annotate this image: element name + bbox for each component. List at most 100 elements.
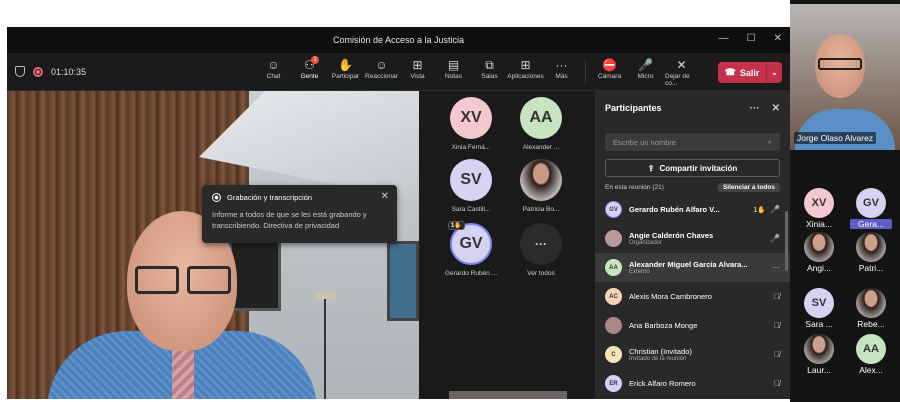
- tile-name: Ver todos: [527, 270, 555, 277]
- participant-name: Gerardo Rubén Alfaro V...: [629, 205, 720, 214]
- side-participant[interactable]: Angi...: [798, 232, 840, 273]
- side-participant-name: Xinia...: [806, 219, 832, 229]
- participant-row[interactable]: C Christian (Invitado) Invitado de la reun…: [595, 340, 790, 369]
- participant-role: Invitado de la reunión: [629, 356, 687, 362]
- tile-name: Alexander ...: [522, 144, 560, 151]
- apps-icon: ⊞: [520, 57, 531, 72]
- mic-muted-icon: 🎙̸: [774, 321, 780, 330]
- toolbar-people-button[interactable]: ⚇ 1 Gente: [293, 55, 326, 93]
- panel-title: Participantes: [605, 103, 662, 113]
- view-all-tile[interactable]: ··· Ver todos: [511, 223, 571, 277]
- toolbar-view-button[interactable]: ⊞ Vista: [401, 57, 434, 87]
- avatar-initials: GV: [863, 197, 879, 209]
- participant-row[interactable]: ER Erick Alfaro Romero 🎙̸: [595, 369, 790, 398]
- participants-panel: Participantes ··· ✕ Escribe un nombre ⌕ …: [595, 91, 790, 399]
- side-participant[interactable]: Patri...: [850, 232, 892, 273]
- more-options-icon[interactable]: ···: [750, 103, 760, 114]
- avatar-initials: ER: [609, 380, 618, 387]
- toolbar-chat-button[interactable]: ☺ Chat: [257, 57, 290, 87]
- toolbar-label: Participar: [331, 72, 360, 80]
- meeting-timer: 01:10:35: [51, 66, 87, 77]
- mute-all-button[interactable]: Silenciar a todos: [717, 182, 780, 192]
- chevron-down-icon[interactable]: ⌄: [766, 62, 782, 83]
- participant-row[interactable]: AC Alexis Mora Cambronero 🎙̸: [595, 282, 790, 311]
- participant-tile[interactable]: Patricia Bo...: [511, 159, 571, 213]
- mic-icon: 🎤: [638, 57, 653, 72]
- avatar: [856, 232, 886, 262]
- avatar-initials: C: [611, 351, 616, 358]
- toolbar-rooms-button[interactable]: ⧉ Salas: [473, 57, 506, 87]
- side-participant[interactable]: XV Xinia...: [798, 188, 840, 229]
- toolbar-label: Micro: [637, 72, 654, 80]
- toolbar-label: Más: [555, 72, 568, 80]
- close-panel-icon[interactable]: ✕: [772, 103, 780, 114]
- side-participant[interactable]: SV Sara ...: [798, 288, 840, 329]
- tile-name: Gerardo Rubén ...: [444, 270, 498, 277]
- close-icon[interactable]: ✕: [381, 191, 389, 202]
- maximize-button[interactable]: ☐: [747, 33, 756, 44]
- avatar: [856, 288, 886, 318]
- participant-tile[interactable]: SV Sara Castill...: [441, 159, 501, 213]
- phone-icon: ☎: [724, 67, 736, 77]
- mic-icon: 🎤: [770, 234, 780, 243]
- more-options-icon[interactable]: ···: [772, 263, 780, 272]
- toolbar-react-button[interactable]: ☺ Reaccionar: [365, 57, 398, 87]
- minimize-button[interactable]: —: [719, 33, 729, 44]
- participant-row[interactable]: AA Alexander Miguel García Alvara... Exter…: [595, 253, 790, 282]
- participant-name: Ana Barboza Monge: [629, 321, 698, 330]
- avatar: [804, 232, 834, 262]
- toolbar-raise-hand-button[interactable]: ✋ Participar: [329, 57, 362, 87]
- section-label[interactable]: En esta reunión (21): [605, 184, 664, 191]
- side-participant-name: Rebe...: [857, 319, 885, 329]
- avatar: XV: [450, 97, 492, 139]
- toolbar-stop-share-button[interactable]: ✕ Dejar de co...: [665, 57, 698, 87]
- participant-name: Alexis Mora Cambronero: [629, 292, 712, 301]
- participant-tile[interactable]: GV 1✋ Gerardo Rubén ...: [441, 221, 501, 277]
- raise-hand-icon: ✋: [338, 57, 353, 72]
- search-input[interactable]: Escribe un nombre ⌕: [605, 133, 780, 151]
- mic-muted-icon: 🎙̸: [774, 350, 780, 359]
- side-participant[interactable]: Laur...: [798, 334, 840, 375]
- avatar: [605, 230, 622, 247]
- side-participant[interactable]: GV Gera...: [850, 188, 892, 229]
- avatar-initials: SV: [460, 171, 482, 188]
- raised-hand-icon: 1✋: [448, 221, 465, 230]
- avatar: AA: [856, 334, 886, 364]
- chat-icon: ☺: [267, 57, 280, 72]
- toolbar-apps-button[interactable]: ⊞ Aplicaciones: [507, 57, 544, 87]
- participant-tile[interactable]: XV Xinia Ferná...: [441, 97, 501, 151]
- participant-row[interactable]: Angie Calderón Chaves Organizador 🎤: [595, 224, 790, 253]
- recording-notice: Grabación y transcripción ✕ Informe a to…: [202, 185, 397, 243]
- leave-button[interactable]: ☎ Salir ⌄: [718, 62, 782, 83]
- side-participant[interactable]: Rebe...: [850, 288, 892, 329]
- toolbar-label: Chat: [266, 72, 281, 80]
- toolbar-camera-off-button[interactable]: ⛔ Cámara: [593, 57, 626, 87]
- scrollbar[interactable]: [785, 211, 788, 271]
- close-button[interactable]: ✕: [774, 33, 782, 44]
- avatar: ···: [520, 223, 562, 265]
- active-speaker-video: Jorge Olaso Alvarez: [790, 4, 900, 150]
- secondary-window: Jorge Olaso Alvarez XV Xinia... GV Gera... A…: [790, 0, 900, 402]
- toolbar-label: Salas: [481, 72, 498, 80]
- share-invite-button[interactable]: ⇪ Compartir invitación: [605, 159, 780, 177]
- side-participant[interactable]: AA Alex...: [850, 334, 892, 375]
- speaker-name: Jorge Olaso Alvarez: [794, 132, 877, 144]
- avatar: GV: [856, 188, 886, 218]
- avatar-initials: GV: [609, 206, 618, 213]
- participant-tile[interactable]: AA Alexander ...: [511, 97, 571, 151]
- avatar-initials: AC: [609, 293, 618, 300]
- toolbar-notes-button[interactable]: ▤ Notas: [437, 57, 470, 87]
- avatar: AA: [605, 259, 622, 276]
- toolbar-label: Aplicaciones: [507, 72, 544, 80]
- participant-row[interactable]: GV Gerardo Rubén Alfaro V... 1✋ 🎤: [595, 195, 790, 224]
- participant-name: Alexander Miguel García Alvara...: [629, 260, 748, 269]
- search-icon: ⌕: [767, 137, 772, 146]
- toolbar-mic-button[interactable]: 🎤 Micro: [629, 57, 662, 87]
- tile-name: Xinia Ferná...: [451, 144, 491, 151]
- toolbar-more-button[interactable]: ··· Más: [545, 57, 578, 87]
- participant-row[interactable]: Ana Barboza Monge 🎙̸: [595, 311, 790, 340]
- side-participant-name: Alex...: [859, 365, 883, 375]
- glasses: [135, 266, 231, 294]
- avatar: XV: [804, 188, 834, 218]
- side-participant-name: Patri...: [858, 263, 884, 273]
